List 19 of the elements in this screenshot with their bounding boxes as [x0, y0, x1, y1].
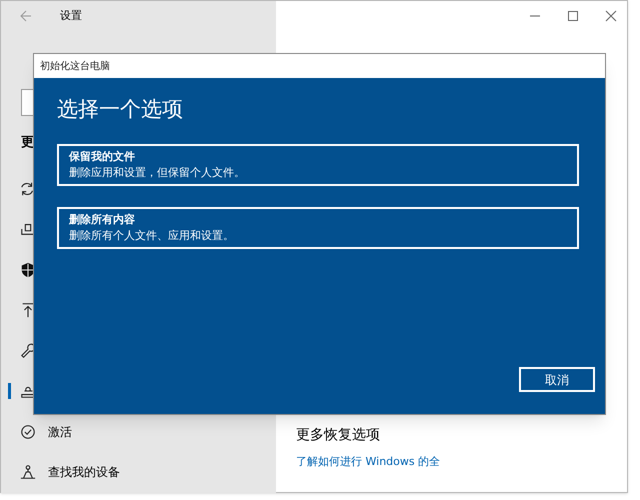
window-title: 设置 [60, 8, 82, 24]
sidebar-item[interactable]: 查找我的设备 [48, 463, 120, 482]
close-icon[interactable] [605, 10, 617, 22]
location-person-icon[interactable] [20, 464, 36, 480]
link[interactable]: 了解如何进行 Windows 的全 [296, 454, 440, 470]
sidebar-item[interactable]: 激活 [48, 422, 72, 441]
dialog-heading: 选择一个选项 [57, 96, 183, 123]
upload-icon[interactable] [20, 302, 36, 318]
section-heading: 更 [21, 134, 34, 152]
dialog-title: 初始化这台电脑 [40, 60, 110, 74]
cancel-button[interactable]: 取消 [519, 367, 595, 392]
option-button[interactable]: 删除所有内容 删除所有个人文件、应用和设置。 [57, 206, 579, 248]
section-heading: 更多恢复选项 [296, 426, 380, 445]
maximize-icon[interactable] [567, 10, 579, 22]
check-circle-icon[interactable] [20, 424, 36, 440]
wrench-icon[interactable] [20, 342, 36, 359]
sync-icon[interactable] [20, 180, 36, 197]
tray-icon[interactable] [20, 221, 36, 238]
option-button[interactable]: 保留我的文件 删除应用和设置，但保留个人文件。 [57, 144, 579, 186]
